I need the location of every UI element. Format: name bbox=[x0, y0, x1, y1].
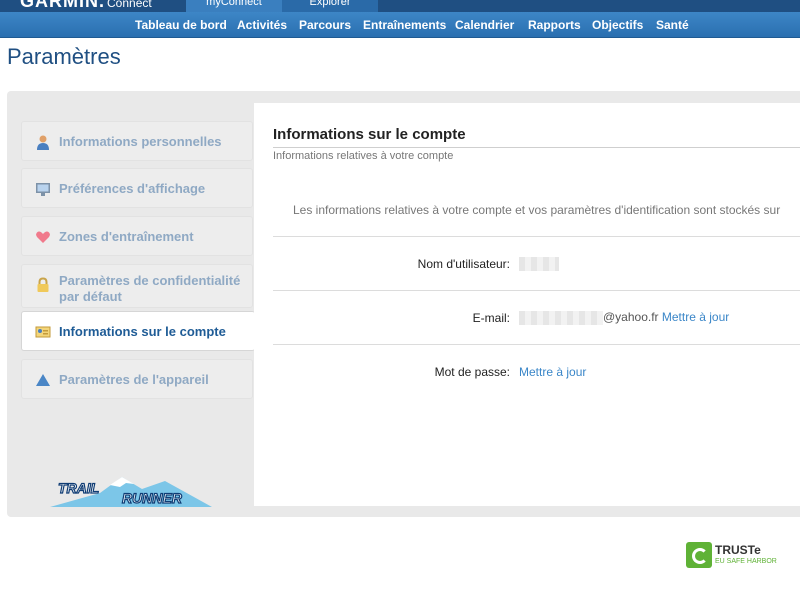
lock-icon bbox=[37, 277, 49, 292]
top-header: GARMIN. Connect myConnect Explorer bbox=[0, 0, 800, 12]
account-info-panel: Informations sur le compte Informations … bbox=[254, 103, 800, 506]
row-divider bbox=[273, 290, 800, 291]
update-email-link[interactable]: Mettre à jour bbox=[662, 310, 729, 324]
page-title: Paramètres bbox=[7, 44, 121, 69]
id-card-icon bbox=[35, 326, 51, 338]
truste-subtitle: EU SAFE HARBOR bbox=[715, 558, 777, 565]
nav-rapports[interactable]: Rapports bbox=[528, 18, 581, 32]
sidebar-item-label: Informations personnelles bbox=[59, 134, 222, 149]
section-title: Informations sur le compte bbox=[273, 126, 466, 143]
nav-sante[interactable]: Santé bbox=[656, 18, 689, 32]
sidebar-item-label: Paramètres de l'appareil bbox=[59, 372, 209, 387]
title-divider bbox=[273, 147, 800, 148]
nav-activites[interactable]: Activités bbox=[237, 18, 287, 32]
truste-badge[interactable]: TRUSTe EU SAFE HARBOR bbox=[686, 542, 786, 570]
person-icon bbox=[37, 135, 49, 150]
sidebar-item-informations-compte[interactable]: Informations sur le compte bbox=[21, 311, 255, 351]
tab-myconnect[interactable]: myConnect bbox=[186, 0, 282, 12]
main-nav: Tableau de bord Activités Parcours Entra… bbox=[0, 12, 800, 38]
sidebar-item-parametres-appareil[interactable]: Paramètres de l'appareil bbox=[21, 359, 253, 399]
sidebar-item-confidentialite[interactable]: Paramètres de confidentialité par défaut bbox=[21, 264, 253, 308]
sidebar-item-label: Paramètres de confidentialité par défaut bbox=[59, 273, 241, 304]
sidebar-item-label: Informations sur le compte bbox=[59, 324, 226, 339]
email-label: E-mail: bbox=[472, 311, 510, 325]
sidebar-item-label: Préférences d'affichage bbox=[59, 181, 206, 196]
nav-entrainements[interactable]: Entraînements bbox=[363, 18, 446, 32]
sidebar-item-preferences-affichage[interactable]: Préférences d'affichage bbox=[21, 168, 253, 208]
username-value bbox=[519, 256, 559, 271]
tab-explorer[interactable]: Explorer bbox=[282, 0, 378, 12]
nav-parcours[interactable]: Parcours bbox=[299, 18, 351, 32]
sidebar-item-zones-entrainement[interactable]: Zones d'entraînement bbox=[21, 216, 253, 256]
redacted-email bbox=[519, 310, 603, 325]
password-value: Mettre à jour bbox=[519, 365, 586, 379]
garmin-logo[interactable]: GARMIN. Connect bbox=[20, 0, 152, 12]
update-password-link[interactable]: Mettre à jour bbox=[519, 365, 586, 379]
row-divider bbox=[273, 344, 800, 345]
truste-check-icon bbox=[686, 542, 712, 568]
logo-word-trail: TRAIL bbox=[58, 480, 99, 496]
sidebar-item-informations-personnelles[interactable]: Informations personnelles bbox=[21, 121, 253, 161]
heart-icon bbox=[36, 231, 50, 243]
nav-calendrier[interactable]: Calendrier bbox=[455, 18, 514, 32]
username-label: Nom d'utilisateur: bbox=[417, 257, 510, 271]
nav-objectifs[interactable]: Objectifs bbox=[592, 18, 643, 32]
redacted-username bbox=[519, 256, 559, 271]
intro-text: Les informations relatives à votre compt… bbox=[293, 203, 781, 217]
row-divider bbox=[273, 236, 800, 237]
nav-tableau-de-bord[interactable]: Tableau de bord bbox=[135, 18, 227, 32]
sidebar-item-label: Zones d'entraînement bbox=[59, 229, 194, 244]
truste-title: TRUSTe bbox=[715, 543, 761, 557]
logo-word-runner: RUNNER bbox=[122, 490, 183, 506]
password-label: Mot de passe: bbox=[434, 365, 510, 379]
trail-runner-logo: TRAIL RUNNER bbox=[50, 477, 212, 507]
email-domain: @yahoo.fr bbox=[603, 310, 659, 324]
section-subtitle: Informations relatives à votre compte bbox=[273, 150, 454, 162]
monitor-icon bbox=[36, 183, 50, 196]
device-triangle-icon bbox=[36, 374, 50, 386]
email-value: @yahoo.fr Mettre à jour bbox=[519, 310, 729, 325]
